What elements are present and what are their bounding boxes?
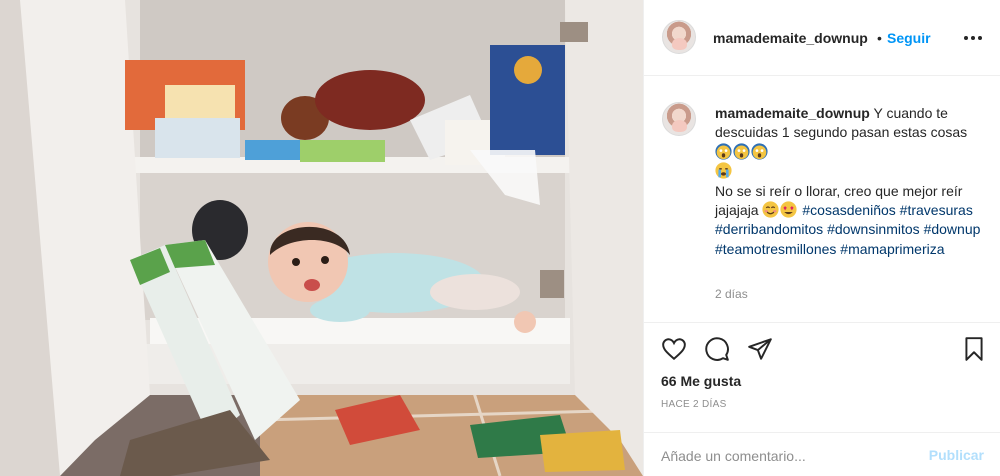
post-actions: 66 Me gusta HACE 2 DÍAS Publicar xyxy=(644,322,1000,476)
paper-plane-icon[interactable] xyxy=(747,336,773,362)
hashtag-link[interactable]: #cosasdeniños xyxy=(802,202,895,218)
caption-username[interactable]: mamademaite_downup xyxy=(715,105,870,121)
more-horizontal-icon[interactable] xyxy=(964,36,982,40)
post-caption: mamademaite_downup Y cuando te descuidas… xyxy=(715,104,987,259)
smiling-face-icon xyxy=(762,201,780,218)
hashtag-link[interactable]: #mamaprimeriza xyxy=(840,241,944,257)
heart-eyes-icon xyxy=(780,201,798,218)
likes-count[interactable]: 66 Me gusta xyxy=(661,373,741,389)
post-photo-illustration xyxy=(0,0,643,476)
post-photo[interactable] xyxy=(0,0,643,476)
bookmark-icon[interactable] xyxy=(961,336,987,362)
hashtag-link[interactable]: #teamotresmillones xyxy=(715,241,836,257)
author-username[interactable]: mamademaite_downup xyxy=(713,30,868,46)
hashtag-link[interactable]: #downsinmitos xyxy=(827,221,920,237)
author-avatar[interactable] xyxy=(662,20,696,54)
hashtag-link[interactable]: #travesuras xyxy=(900,202,973,218)
screaming-face-icon xyxy=(733,143,750,160)
comment-input[interactable] xyxy=(661,445,921,467)
comment-icon[interactable] xyxy=(704,336,730,362)
comments-section: mamademaite_downup Y cuando te descuidas… xyxy=(644,77,1000,322)
header-separator: • xyxy=(877,30,882,46)
heart-icon[interactable] xyxy=(661,336,687,362)
screaming-face-icon xyxy=(751,143,768,160)
crying-face-icon xyxy=(715,162,732,179)
screaming-face-icon xyxy=(715,143,732,160)
post-date[interactable]: HACE 2 DÍAS xyxy=(661,399,727,410)
hashtag-link[interactable]: #derribandomitos xyxy=(715,221,823,237)
caption-author-avatar[interactable] xyxy=(662,102,696,136)
post-header: mamademaite_downup • Seguir xyxy=(644,0,1000,76)
follow-button[interactable]: Seguir xyxy=(887,30,931,46)
add-comment-form: Publicar xyxy=(644,432,1000,476)
caption-time[interactable]: 2 días xyxy=(715,287,748,301)
hashtag-link[interactable]: #downup xyxy=(924,221,981,237)
publish-button[interactable]: Publicar xyxy=(929,447,984,463)
post-side-panel: mamademaite_downup • Seguir mamademaite_… xyxy=(643,0,1000,476)
